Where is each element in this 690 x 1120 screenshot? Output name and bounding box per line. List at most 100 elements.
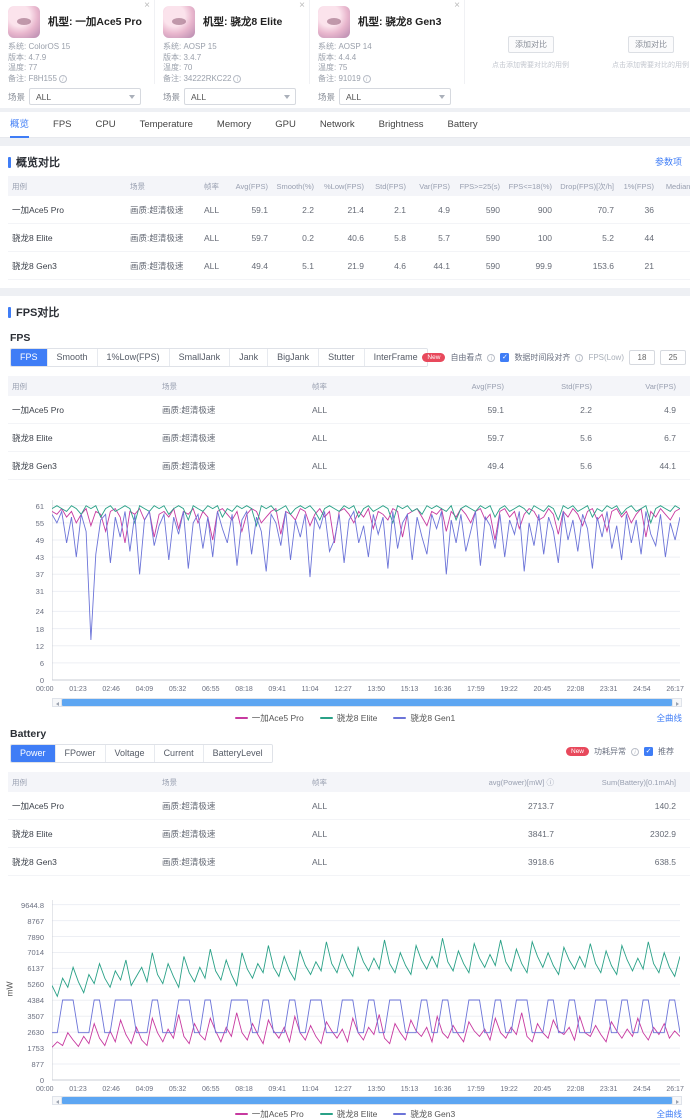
value-cell: 59.1 [418,405,508,415]
legend-item[interactable]: 一加Ace5 Pro [235,1108,304,1120]
scroll-right-icon[interactable] [672,1097,681,1104]
add-compare-button-2[interactable]: 添加对比 [628,36,674,53]
add-compare-button[interactable]: 添加对比 [508,36,554,53]
x-tick-label: 16:36 [434,686,452,693]
fps-low-input[interactable] [629,350,655,365]
nav-tabs: 概览 FPS CPU Temperature Memory GPU Network Brigh… [0,112,690,138]
nav-tab-gpu[interactable]: GPU [275,112,296,138]
value-cell: ALL [308,461,418,471]
legend-label: 骁龙8 Elite [337,1108,378,1120]
table-row[interactable]: 一加Ace5 Pro画质:超清极速ALL59.12.221.42.14.9590… [8,196,690,224]
nav-tab-memory[interactable]: Memory [217,112,251,138]
x-tick-label: 12:27 [334,1086,352,1093]
fps-tab-jank[interactable]: Jank [230,349,268,366]
power-anomaly-label[interactable]: 功耗异常 [594,746,626,757]
legend-item[interactable]: 骁龙8 Gen3 [393,1108,455,1120]
info-icon[interactable]: i [575,354,583,362]
scroll-right-icon[interactable] [672,699,681,706]
fps-threshold-label: FPS(Low) [588,353,624,362]
fps-tab-stutter[interactable]: Stutter [319,349,365,366]
full-curve-link[interactable]: 全曲线 [656,1108,682,1120]
fps-chart[interactable]: 61554943373124181260 [0,500,690,686]
fps-tab-1%low(fps)[interactable]: 1%Low(FPS) [98,349,170,366]
legend-item[interactable]: 骁龙8 Gen1 [393,712,455,724]
column-header: FPS<=18(%) [504,182,556,191]
scroll-left-icon[interactable] [53,1097,62,1104]
fps-tab-smooth[interactable]: Smooth [48,349,98,366]
perf-comparison-page: ×机型: 一加Ace5 Pro系统: ColorOS 15版本: 4.7.9温度… [0,0,690,1120]
recommend-checkbox[interactable]: ✓ [644,747,653,756]
table-row[interactable]: 骁龙8 Elite画质:超清极速ALL59.75.66.7 [8,424,690,452]
nav-tab-battery[interactable]: Battery [448,112,478,138]
fps-tab-smalljank[interactable]: SmallJank [170,349,231,366]
fps-tab-fps[interactable]: FPS [11,349,48,366]
fps-tab-interframe[interactable]: InterFrame [365,349,427,366]
legend-label: 骁龙8 Gen3 [410,1108,455,1120]
info-icon[interactable]: i [487,354,495,362]
info-icon[interactable]: i [233,75,241,83]
x-tick-label: 13:50 [368,686,386,693]
nav-tab-概览[interactable]: 概览 [10,112,29,138]
device-info-line: 温度: 77 [8,63,70,74]
legend-item[interactable]: 骁龙8 Elite [320,1108,378,1120]
x-tick-label: 09:41 [268,1086,286,1093]
battery-chart[interactable]: 9644.88767789070146137526043843507263017… [0,900,690,1086]
legend-item[interactable]: 一加Ace5 Pro [235,712,304,724]
scenario-select[interactable]: ALL [184,88,296,105]
fps-battery-section: FPS对比 FPS FPSSmooth1%Low(FPS)SmallJankJa… [0,296,690,1120]
full-curve-link[interactable]: 全曲线 [656,712,682,724]
chart-plot[interactable] [52,900,680,1084]
nav-tab-fps[interactable]: FPS [53,112,71,138]
battery-tab-fpower[interactable]: FPower [56,745,106,762]
info-icon[interactable]: i [631,748,639,756]
nav-tab-network[interactable]: Network [320,112,355,138]
params-link[interactable]: 参数项 [655,155,682,168]
value-cell: 6.7 [596,433,680,443]
fps-chart-scrollbar[interactable] [52,698,682,707]
battery-chart-scrollbar[interactable] [52,1096,682,1105]
value-cell: 70.7 [556,205,618,215]
remove-device-icon[interactable]: × [454,0,460,11]
fps-controls: New 自由看点 i ✓ 数据时间段对齐 i FPS(Low) [422,350,686,365]
battery-tab-voltage[interactable]: Voltage [106,745,155,762]
y-tick-label: 1753 [27,1044,44,1053]
scroll-left-icon[interactable] [53,699,62,706]
value-cell: 2.2 [272,205,318,215]
scrollbar-thumb[interactable] [62,699,672,706]
battery-tab-power[interactable]: Power [11,745,56,762]
fps-tab-bigjank[interactable]: BigJank [268,349,319,366]
info-icon[interactable]: i [59,75,67,83]
fps-high-input[interactable] [660,350,686,365]
scenario-select[interactable]: ALL [339,88,451,105]
nav-tab-cpu[interactable]: CPU [96,112,116,138]
scrollbar-thumb[interactable] [62,1097,672,1104]
battery-tab-current[interactable]: Current [155,745,204,762]
x-tick-label: 05:32 [169,686,187,693]
battery-tab-batterylevel[interactable]: BatteryLevel [204,745,272,762]
y-tick-label: 877 [31,1060,44,1069]
table-row[interactable]: 骁龙8 Gen3画质:超清极速ALL3918.6638.5 [8,848,690,876]
nav-tab-brightness[interactable]: Brightness [379,112,424,138]
scenario-select[interactable]: ALL [29,88,141,105]
value-cell: 60 [658,205,690,215]
chart-plot[interactable] [52,500,680,684]
column-header: Var(FPS) [410,182,454,191]
table-row[interactable]: 骁龙8 Elite画质:超清极速ALL59.70.240.65.85.75901… [8,224,690,252]
remove-device-icon[interactable]: × [144,0,150,11]
nav-tab-temperature[interactable]: Temperature [140,112,193,138]
value-cell: 5.8 [368,233,410,243]
value-cell: 5.1 [272,261,318,271]
table-row[interactable]: 一加Ace5 Pro画质:超清极速ALL2713.7140.2 [8,792,690,820]
info-icon[interactable]: i [363,75,371,83]
table-row[interactable]: 骁龙8 Gen3画质:超清极速ALL49.45.644.1 [8,452,690,480]
legend-item[interactable]: 骁龙8 Elite [320,712,378,724]
x-tick-label: 04:09 [136,686,154,693]
free-view-label[interactable]: 自由看点 [450,352,482,363]
table-row[interactable]: 骁龙8 Elite画质:超清极速ALL3841.72302.9 [8,820,690,848]
legend-swatch [393,717,406,720]
table-row[interactable]: 一加Ace5 Pro画质:超清极速ALL59.12.24.9 [8,396,690,424]
value-cell: ALL [200,205,230,215]
table-row[interactable]: 骁龙8 Gen3画质:超清极速ALL49.45.121.94.644.15909… [8,252,690,280]
remove-device-icon[interactable]: × [299,0,305,11]
align-checkbox[interactable]: ✓ [500,353,509,362]
